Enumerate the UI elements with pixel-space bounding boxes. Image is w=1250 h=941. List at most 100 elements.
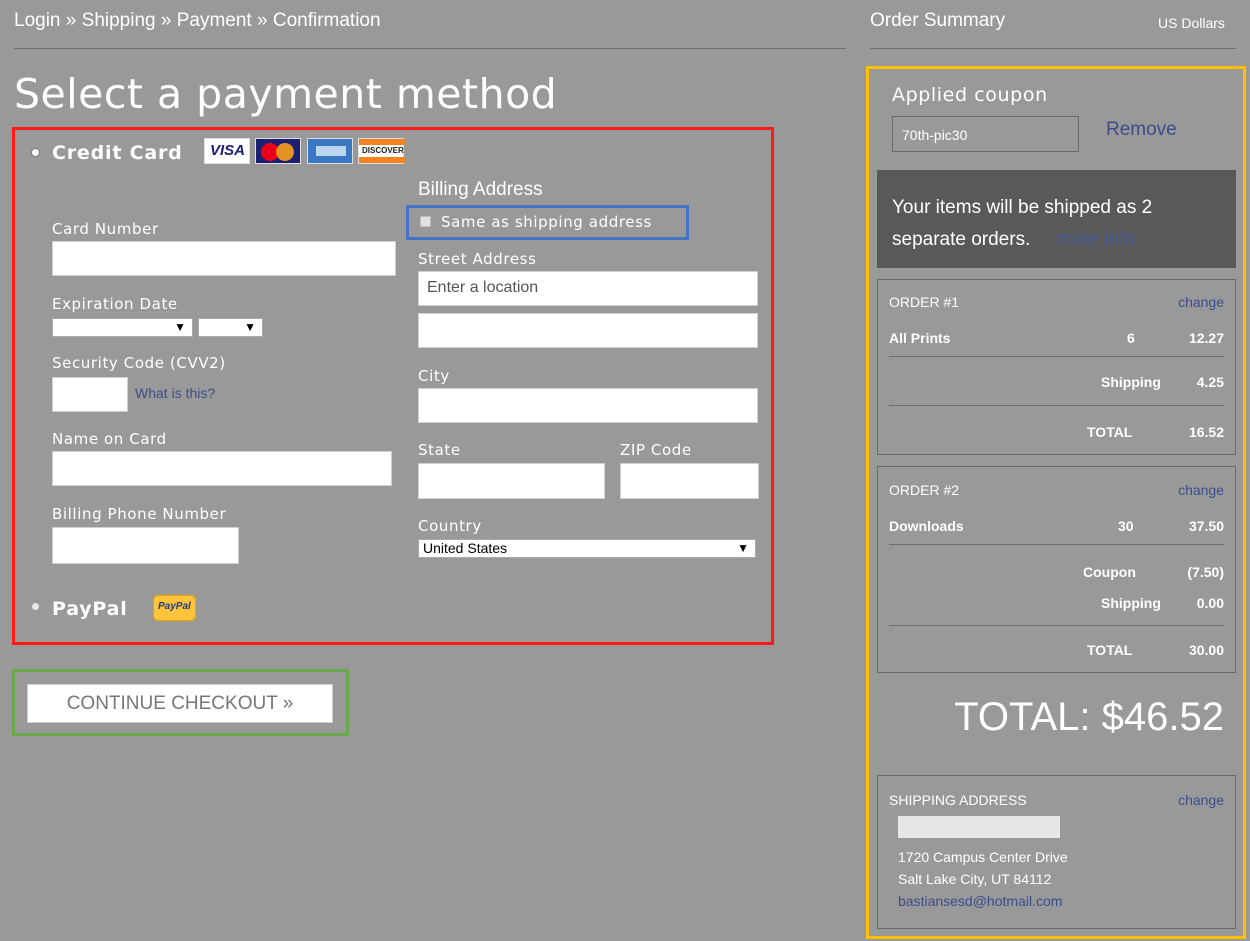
card-number-label: Card Number [52, 220, 159, 238]
street-address-line2-input[interactable] [418, 313, 758, 348]
zip-code-input[interactable] [620, 463, 759, 499]
order-1-total-amount: 16.52 [1188, 424, 1224, 440]
same-as-shipping-label[interactable]: Same as shipping address [441, 213, 652, 231]
discover-band [359, 139, 405, 145]
shipped-notice: Your items will be shipped as 2 separate… [877, 170, 1236, 268]
order-2-item-name: Downloads [889, 518, 964, 534]
breadcrumb-separator: » [257, 10, 268, 31]
paypal-badge-text: PayPal [158, 601, 191, 612]
discover-band-bottom [359, 157, 405, 163]
expiration-date-label: Expiration Date [52, 295, 178, 313]
breadcrumb-login[interactable]: Login [14, 10, 61, 31]
breadcrumb-separator: » [65, 10, 77, 31]
order-2-total-amount: 30.00 [1188, 642, 1224, 658]
grand-total: TOTAL: $46.52 [954, 695, 1224, 739]
amex-band [316, 146, 346, 156]
discover-icon: DISCOVER [358, 138, 405, 164]
summary-divider [870, 48, 1236, 49]
card-number-input[interactable] [52, 241, 396, 276]
order-1-item-qty: 6 [1127, 330, 1135, 346]
breadcrumb-payment: Payment [176, 10, 252, 31]
order-1-total-label: TOTAL [1087, 424, 1133, 440]
paypal-icon: PayPal [153, 595, 196, 621]
state-input[interactable] [418, 463, 605, 499]
order-1-shipping-amount: 4.25 [1196, 374, 1224, 390]
order-2-coupon-amount: (7.50) [1187, 564, 1224, 580]
order-2-divider [889, 544, 1224, 545]
country-select[interactable]: United States ▼ [418, 539, 756, 558]
visa-icon: VISA [204, 138, 250, 164]
shipping-address-email: bastiansesd@hotmail.com [898, 893, 1063, 909]
country-label: Country [418, 517, 482, 535]
street-address-label: Street Address [418, 250, 537, 268]
expiration-month-select[interactable]: ▼ [52, 318, 193, 337]
order-1-title: ORDER #1 [889, 294, 960, 310]
breadcrumb-divider [14, 48, 846, 49]
coupon-code-field: 70th-pic30 [892, 116, 1079, 152]
billing-phone-label: Billing Phone Number [52, 505, 227, 523]
coupon-code-value: 70th-pic30 [902, 127, 968, 143]
visa-logo-text: VISA [210, 142, 246, 159]
country-selected-value: United States [423, 540, 508, 556]
order-summary-title: Order Summary [870, 10, 1006, 31]
shipping-address-line1: 1720 Campus Center Drive [898, 849, 1068, 865]
order-2-item-amount: 37.50 [1188, 518, 1224, 534]
order-2-panel: ORDER #2 change Downloads 30 37.50 Coupo… [877, 466, 1236, 673]
amex-icon [307, 138, 353, 164]
order-2-divider-2 [889, 625, 1224, 626]
order-2-title: ORDER #2 [889, 482, 960, 498]
shipped-notice-text: Your items will be shipped as 2 separate… [892, 192, 1222, 256]
billing-address-heading: Billing Address [418, 179, 543, 200]
breadcrumb-shipping[interactable]: Shipping [82, 10, 156, 31]
cvv-label: Security Code (CVV2) [52, 354, 226, 372]
mastercard-circle-orange [276, 143, 294, 161]
remove-coupon-link[interactable]: Remove [1106, 119, 1177, 141]
shipping-address-change-link[interactable]: change [1178, 792, 1224, 808]
billing-phone-input[interactable] [52, 527, 239, 564]
name-on-card-input[interactable] [52, 451, 392, 486]
breadcrumb: Login » Shipping » Payment » Confirmatio… [14, 10, 381, 32]
street-address-input[interactable]: Enter a location [418, 271, 758, 306]
more-info-link[interactable]: more info [1056, 229, 1135, 250]
credit-card-label[interactable]: Credit Card [52, 142, 183, 164]
applied-coupon-heading: Applied coupon [892, 84, 1048, 106]
state-label: State [418, 441, 461, 459]
shipping-address-title: SHIPPING ADDRESS [889, 792, 1027, 808]
order-1-divider-2 [889, 405, 1224, 406]
currency-label[interactable]: US Dollars [1158, 15, 1225, 31]
redacted-name-block [898, 816, 1060, 838]
order-1-panel: ORDER #1 change All Prints 6 12.27 Shipp… [877, 279, 1236, 455]
mastercard-icon [255, 138, 301, 164]
chevron-down-icon: ▼ [174, 320, 186, 334]
order-1-divider [889, 356, 1224, 357]
breadcrumb-confirmation: Confirmation [272, 10, 381, 31]
page-title: Select a payment method [14, 70, 558, 118]
expiration-year-select[interactable]: ▼ [198, 318, 263, 337]
order-1-item-name: All Prints [889, 330, 951, 346]
chevron-down-icon: ▼ [737, 541, 749, 555]
zip-code-label: ZIP Code [620, 441, 692, 459]
cvv-input[interactable] [52, 377, 128, 412]
street-address-placeholder: Enter a location [427, 279, 539, 296]
same-as-shipping-checkbox[interactable] [420, 216, 431, 227]
order-1-shipping-label: Shipping [1101, 374, 1161, 390]
paypal-label[interactable]: PayPal [52, 598, 128, 620]
city-input[interactable] [418, 388, 758, 423]
breadcrumb-separator: » [160, 10, 172, 31]
order-1-change-link[interactable]: change [1178, 294, 1224, 310]
order-1-item-amount: 12.27 [1188, 330, 1224, 346]
order-2-total-label: TOTAL [1087, 642, 1133, 658]
paypal-radio[interactable] [31, 602, 40, 611]
order-2-item-qty: 30 [1118, 518, 1134, 534]
chevron-down-icon: ▼ [244, 320, 256, 334]
name-on-card-label: Name on Card [52, 430, 167, 448]
order-2-change-link[interactable]: change [1178, 482, 1224, 498]
continue-checkout-button[interactable]: CONTINUE CHECKOUT » [27, 684, 333, 723]
order-2-shipping-amount: 0.00 [1196, 595, 1224, 611]
shipping-address-panel: SHIPPING ADDRESS change 1720 Campus Cent… [877, 775, 1236, 929]
credit-card-radio[interactable] [31, 148, 40, 157]
discover-logo-text: DISCOVER [362, 146, 404, 155]
cvv-help-link[interactable]: What is this? [135, 385, 215, 401]
order-2-shipping-label: Shipping [1101, 595, 1161, 611]
shipping-address-line2: Salt Lake City, UT 84112 [898, 871, 1052, 887]
